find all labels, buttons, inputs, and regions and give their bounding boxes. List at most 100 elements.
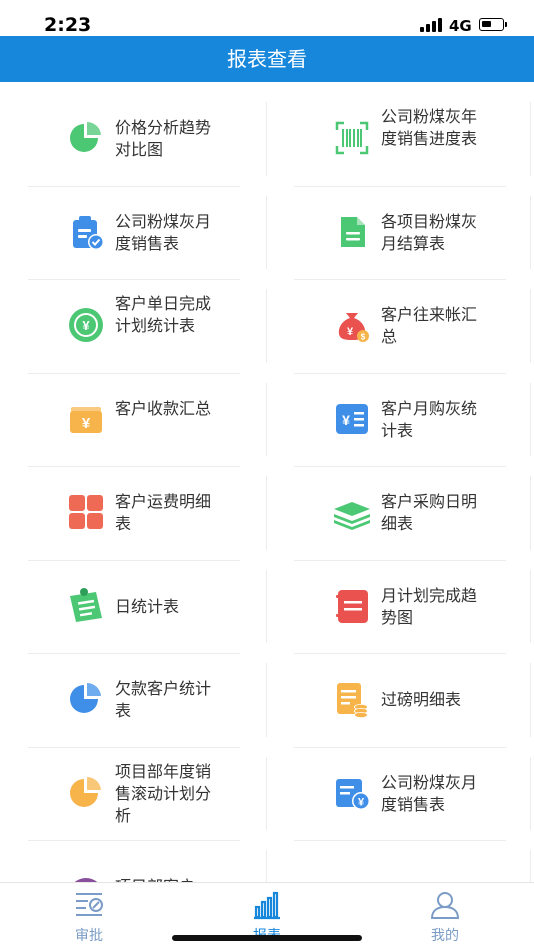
tab-label: 我的 bbox=[431, 928, 459, 944]
grid-divider bbox=[294, 560, 506, 561]
clipboard-check-icon bbox=[66, 212, 106, 252]
report-item-label: 价格分析趋势对比图 bbox=[115, 118, 212, 159]
status-time: 2:23 bbox=[44, 14, 92, 36]
svg-text:$: $ bbox=[361, 333, 366, 342]
user-icon bbox=[429, 889, 461, 921]
grid-divider bbox=[28, 186, 240, 187]
grid-divider bbox=[530, 476, 531, 550]
approval-list-icon bbox=[73, 889, 105, 921]
grid-divider bbox=[530, 102, 531, 176]
report-item[interactable]: 公司粉煤灰年度销售进度表 bbox=[294, 92, 506, 185]
report-item[interactable]: 项目部客户 bbox=[28, 840, 240, 882]
grid-divider bbox=[530, 663, 531, 737]
yuan-circle-icon: ¥ bbox=[66, 305, 106, 345]
report-screen: 2:23 4G 报表查看 价格分析趋势对比图 公司粉煤灰年度销售进度表公司粉煤灰月… bbox=[0, 0, 534, 950]
report-item[interactable]: 客户采购日明细表 bbox=[294, 466, 506, 559]
grid-divider bbox=[28, 466, 240, 467]
report-item-label: 客户运费明细表 bbox=[115, 492, 212, 533]
grid-divider bbox=[530, 289, 531, 363]
grid-divider bbox=[294, 653, 506, 654]
report-item[interactable]: ¥ 公司粉煤灰月度销售表 bbox=[294, 747, 506, 840]
page-title: 报表查看 bbox=[0, 36, 534, 82]
tab-mine[interactable]: 我的 bbox=[385, 883, 505, 950]
grid-divider bbox=[530, 756, 531, 830]
grid-divider bbox=[28, 840, 240, 841]
grid-divider bbox=[294, 466, 506, 467]
grid-divider bbox=[266, 756, 267, 830]
grid-divider bbox=[266, 382, 267, 456]
report-item-label: 欠款客户统计表 bbox=[115, 679, 212, 720]
report-item-label: 各项目粉煤灰月结算表 bbox=[381, 211, 478, 253]
grid-divider bbox=[266, 289, 267, 363]
report-item-label: 日统计表 bbox=[115, 596, 180, 616]
report-item[interactable]: ¥ 客户单日完成计划统计表 bbox=[28, 279, 240, 372]
report-item[interactable]: ¥ 客户月购灰统计表 bbox=[294, 373, 506, 466]
grid-divider bbox=[530, 569, 531, 643]
status-bar: 2:23 4G bbox=[0, 0, 534, 36]
grid-divider bbox=[266, 195, 267, 269]
report-item[interactable]: 项目部年度销售滚动计划分析 bbox=[28, 747, 240, 840]
report-item-label: 客户采购日明细表 bbox=[381, 492, 478, 533]
barcode-scan-icon bbox=[332, 118, 372, 158]
grid-divider bbox=[28, 560, 240, 561]
report-item-label: 公司粉煤灰月度销售表 bbox=[381, 772, 478, 814]
report-item-label: 客户月购灰统计表 bbox=[381, 398, 478, 440]
money-bag-icon: ¥ $ bbox=[332, 305, 372, 345]
svg-text:¥: ¥ bbox=[358, 796, 365, 808]
grid-divider bbox=[294, 840, 506, 841]
pie-chart-icon bbox=[66, 773, 106, 813]
document-yuan-icon: ¥ bbox=[332, 773, 372, 813]
pie-chart-icon bbox=[66, 118, 106, 158]
home-indicator bbox=[172, 935, 362, 941]
report-item-label: 过磅明细表 bbox=[381, 690, 462, 709]
report-grid[interactable]: 价格分析趋势对比图 公司粉煤灰年度销售进度表 公司粉煤灰月度销售表 各项目粉煤灰月结算… bbox=[0, 92, 534, 882]
grid-divider bbox=[530, 195, 531, 269]
report-item-label: 项目部年度销售滚动计划分析 bbox=[115, 761, 212, 825]
document-icon bbox=[332, 212, 372, 252]
yuan-wallet-icon: ¥ bbox=[66, 399, 106, 439]
grid-tiles-icon bbox=[66, 492, 106, 532]
svg-text:¥: ¥ bbox=[82, 415, 91, 432]
grid-divider bbox=[266, 569, 267, 643]
battery-icon bbox=[479, 18, 507, 31]
grid-divider bbox=[266, 663, 267, 737]
report-item[interactable]: 过磅明细表 bbox=[294, 653, 506, 746]
report-item-label: 月计划完成趋势图 bbox=[381, 585, 478, 627]
report-item-label: 客户收款汇总 bbox=[115, 398, 212, 418]
grid-divider bbox=[294, 186, 506, 187]
pie-chart-icon bbox=[66, 679, 106, 719]
grid-divider bbox=[294, 747, 506, 748]
notepad-pin-icon bbox=[66, 586, 106, 626]
report-item[interactable]: 月计划完成趋势图 bbox=[294, 560, 506, 653]
report-item[interactable]: ¥ $ 客户往来帐汇总 bbox=[294, 279, 506, 372]
circle-icon bbox=[66, 866, 106, 882]
report-item[interactable]: 日统计表 bbox=[28, 560, 240, 653]
report-item-label: 客户往来帐汇总 bbox=[381, 305, 478, 346]
layers-icon bbox=[332, 492, 372, 532]
notebook-icon bbox=[332, 586, 372, 626]
tab-label: 审批 bbox=[75, 928, 103, 944]
grid-divider bbox=[294, 279, 506, 280]
grid-divider bbox=[28, 747, 240, 748]
report-item-label: 客户单日完成计划统计表 bbox=[115, 294, 212, 335]
grid-divider bbox=[530, 850, 531, 882]
tab-approval[interactable]: 审批 bbox=[29, 883, 149, 950]
grid-divider bbox=[28, 653, 240, 654]
grid-divider bbox=[266, 476, 267, 550]
network-label: 4G bbox=[449, 17, 472, 35]
report-item[interactable]: ¥ 客户收款汇总 bbox=[28, 373, 240, 466]
report-item[interactable]: 客户运费明细表 bbox=[28, 466, 240, 559]
svg-text:¥: ¥ bbox=[82, 318, 90, 333]
grid-divider bbox=[266, 102, 267, 176]
svg-text:¥: ¥ bbox=[342, 412, 350, 428]
grid-divider bbox=[28, 373, 240, 374]
document-coins-icon bbox=[332, 679, 372, 719]
report-item[interactable]: 各项目粉煤灰月结算表 bbox=[294, 186, 506, 279]
report-item[interactable]: 公司粉煤灰月度销售表 bbox=[28, 186, 240, 279]
report-item[interactable]: 欠款客户统计表 bbox=[28, 653, 240, 746]
grid-divider bbox=[530, 382, 531, 456]
report-item-label: 公司粉煤灰月度销售表 bbox=[115, 211, 212, 253]
grid-divider bbox=[28, 279, 240, 280]
report-item[interactable]: 价格分析趋势对比图 bbox=[28, 92, 240, 185]
signal-icon bbox=[420, 18, 444, 32]
